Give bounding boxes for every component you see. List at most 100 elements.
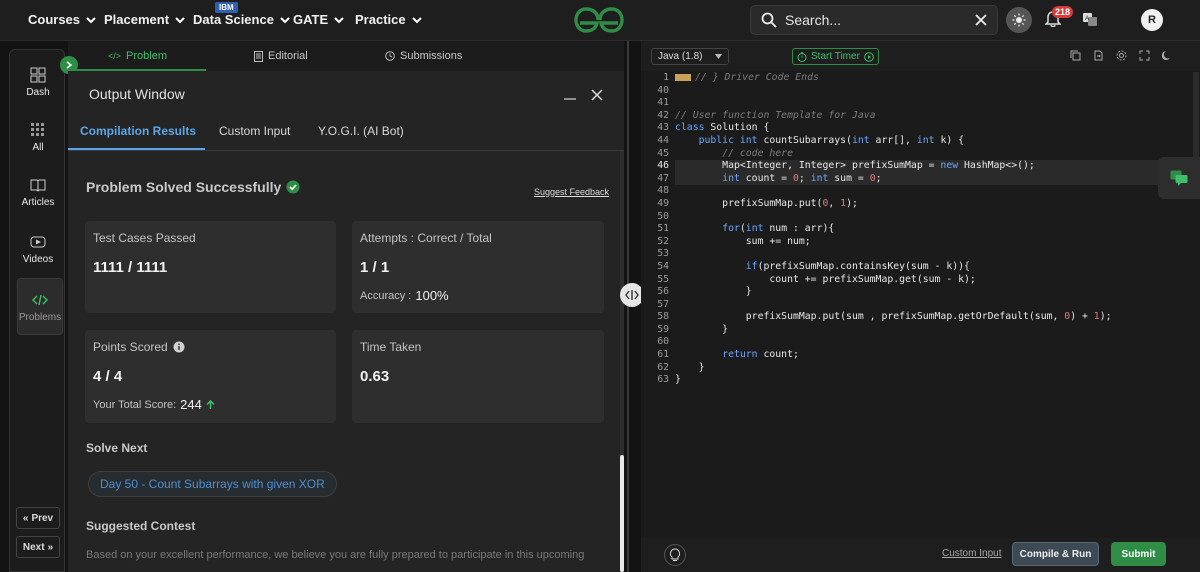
tab-compilation-results[interactable]: Compilation Results (80, 124, 196, 138)
tab-editorial[interactable]: Editorial (254, 50, 308, 62)
code-line[interactable]: prefixSumMap.put(0, 1); (675, 198, 1195, 211)
lightbulb-icon (669, 548, 681, 561)
prev-button[interactable]: « Prev (16, 507, 60, 529)
nav-placement[interactable]: Placement (104, 12, 185, 27)
chevron-down-icon (411, 16, 422, 23)
close-icon[interactable] (591, 89, 603, 101)
chevron-down-icon (86, 16, 96, 23)
sidebar-item-problems[interactable]: Problems (17, 278, 63, 335)
sidebar-item-all[interactable]: All (10, 122, 66, 153)
code-line[interactable]: count += prefixSumMap.get(sum - k); (675, 274, 1195, 287)
code-line[interactable] (675, 97, 1195, 110)
code-line[interactable] (675, 299, 1195, 312)
play-icon (30, 236, 46, 248)
submit-button[interactable]: Submit (1111, 542, 1166, 566)
translate-icon: A (1083, 13, 1097, 26)
arrow-up-icon (206, 399, 215, 409)
code-line[interactable] (675, 85, 1195, 98)
code-line[interactable]: // User function Template for Java (675, 110, 1195, 123)
code-line[interactable]: sum += num; (675, 236, 1195, 249)
custom-input-link[interactable]: Custom Input (942, 548, 1001, 559)
copy-icon[interactable] (1070, 50, 1081, 61)
search-input[interactable]: Search... (785, 12, 967, 28)
output-window-title: Output Window (89, 86, 185, 102)
settings-icon[interactable] (1116, 50, 1127, 61)
code-line[interactable]: Map<Integer, Integer> prefixSumMap = new… (675, 160, 1195, 173)
code-content[interactable]: // } Driver Code Ends // User function Te… (675, 72, 1195, 387)
window-controls (563, 89, 603, 101)
code-line[interactable]: } (675, 286, 1195, 299)
double-chevron-right-icon: » (47, 541, 54, 553)
code-line[interactable]: int count = 0; int sum = 0; (675, 172, 1195, 186)
search-bar[interactable]: Search... (750, 5, 998, 35)
code-line[interactable]: class Solution { (675, 122, 1195, 135)
compile-run-button[interactable]: Compile & Run (1012, 542, 1099, 566)
play-circle-icon (864, 51, 874, 62)
code-line[interactable]: } (675, 374, 1195, 387)
editor-scrollbar[interactable] (1193, 72, 1199, 157)
nav-data-science[interactable]: Data Science (193, 12, 290, 27)
sidebar-item-dash[interactable]: Dash (10, 67, 66, 98)
code-line[interactable]: public int countSubarrays(int arr[], int… (675, 135, 1195, 148)
theme-toggle-button[interactable] (1006, 7, 1032, 33)
time-taken-value: 0.63 (360, 368, 390, 385)
attempts-card: Attempts : Correct / Total 1 / 1 Accurac… (352, 221, 604, 313)
tab-yogi-ai-bot[interactable]: Y.O.G.I. (AI Bot) (318, 124, 404, 138)
dark-mode-icon[interactable] (1162, 50, 1173, 61)
code-line[interactable]: } (675, 362, 1195, 375)
code-line[interactable] (675, 248, 1195, 261)
tab-custom-input[interactable]: Custom Input (219, 124, 290, 138)
code-line[interactable]: prefixSumMap.put(sum , prefixSumMap.getO… (675, 311, 1195, 324)
test-cases-label: Test Cases Passed (93, 231, 196, 245)
minimize-icon[interactable] (563, 90, 577, 100)
solve-next-link[interactable]: Day 50 - Count Subarrays with given XOR (88, 471, 337, 497)
grid-icon (31, 123, 44, 136)
import-file-icon[interactable] (1093, 50, 1104, 61)
total-score-value: 244 (180, 397, 202, 412)
code-line[interactable]: } (675, 324, 1195, 337)
code-line[interactable]: for(int num : arr){ (675, 223, 1195, 236)
code-line[interactable] (675, 211, 1195, 224)
sidebar-item-articles[interactable]: Articles (10, 177, 66, 208)
tab-submissions[interactable]: Submissions (385, 50, 462, 62)
suggest-feedback-link[interactable]: Suggest Feedback (534, 187, 609, 197)
attempts-label: Attempts : Correct / Total (360, 231, 492, 245)
translate-button[interactable]: A (1082, 11, 1098, 27)
contest-description: Based on your excellent performance, we … (86, 549, 585, 561)
next-button[interactable]: Next » (16, 536, 60, 558)
code-line[interactable]: // } Driver Code Ends (675, 72, 1195, 85)
result-tabs: Compilation Results Custom Input Y.O.G.I… (68, 115, 624, 151)
fullscreen-icon[interactable] (1139, 50, 1150, 61)
tab-problem[interactable]: </> Problem (108, 50, 167, 62)
language-select[interactable]: Java (1.8) (651, 48, 729, 65)
document-icon (254, 50, 263, 62)
code-line[interactable] (675, 185, 1195, 198)
search-icon (761, 12, 777, 28)
chevron-down-icon (175, 16, 185, 23)
nav-gate[interactable]: GATE (293, 12, 344, 27)
chevron-right-icon (66, 61, 73, 69)
double-chevron-left-icon: « (22, 512, 29, 524)
sidebar-item-videos[interactable]: Videos (10, 234, 66, 265)
status-heading: Problem Solved Successfully (86, 179, 300, 195)
avatar[interactable]: R (1141, 9, 1163, 31)
dashboard-icon (30, 67, 46, 83)
start-timer-button[interactable]: Start Timer (792, 48, 879, 65)
nav-practice[interactable]: Practice (355, 12, 422, 27)
nav-courses[interactable]: Courses (28, 12, 96, 27)
accuracy-row: Accuracy : 100% (360, 288, 449, 303)
chat-icon (1170, 170, 1188, 186)
code-line[interactable]: // code here (675, 148, 1195, 161)
test-cases-value: 1111 / 1111 (93, 259, 168, 276)
chat-button[interactable] (1158, 157, 1200, 199)
info-icon[interactable] (173, 341, 185, 353)
close-icon[interactable] (975, 14, 987, 26)
code-line[interactable] (675, 336, 1195, 349)
code-line[interactable]: if(prefixSumMap.containsKey(sum - k)){ (675, 261, 1195, 274)
time-taken-label: Time Taken (360, 340, 422, 354)
hint-button[interactable] (664, 544, 686, 566)
solve-next-heading: Solve Next (86, 441, 148, 455)
code-line[interactable]: return count; (675, 349, 1195, 362)
gfg-logo[interactable] (574, 6, 624, 34)
fold-marker-icon (675, 73, 691, 81)
